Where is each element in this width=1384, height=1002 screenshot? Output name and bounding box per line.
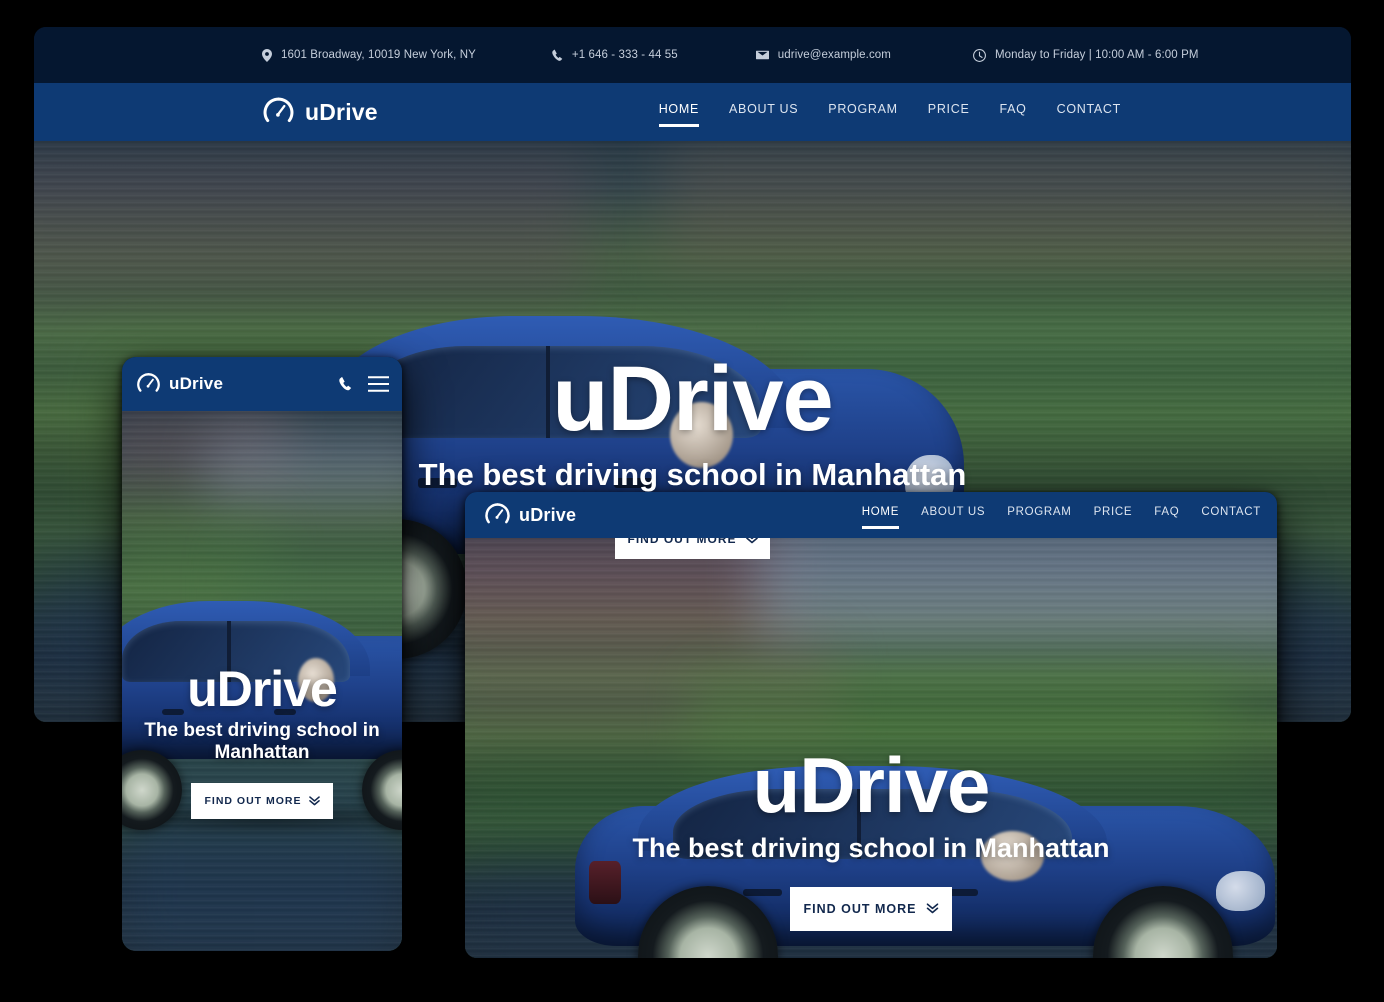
nav-item-contact[interactable]: CONTACT: [1201, 506, 1261, 525]
nav-item-about-us[interactable]: ABOUT US: [921, 506, 985, 525]
nav-item-price[interactable]: PRICE: [1094, 506, 1133, 525]
tablet-brand-name: uDrive: [519, 505, 576, 526]
phone-icon: [552, 49, 563, 62]
nav-item-price[interactable]: PRICE: [928, 102, 970, 123]
hero-subtitle: The best driving school in Manhattan: [34, 457, 1351, 494]
topbar-email: udrive@example.com: [756, 49, 891, 61]
topbar-hours: Monday to Friday | 10:00 AM - 6:00 PM: [973, 49, 1199, 62]
mobile-brand-logo[interactable]: uDrive: [136, 372, 223, 397]
double-chevron-down-icon: [309, 796, 320, 806]
topbar-phone: +1 646 - 333 - 44 55: [552, 49, 678, 62]
nav-item-contact[interactable]: CONTACT: [1057, 102, 1121, 123]
tablet-hero: uDrive The best driving school in Manhat…: [465, 538, 1277, 958]
brand-logo[interactable]: uDrive: [262, 96, 378, 129]
topbar-address: 1601 Broadway, 10019 New York, NY: [262, 49, 476, 62]
brand-name: uDrive: [305, 99, 378, 126]
speedometer-gauge-icon: [484, 502, 511, 529]
nav-item-home[interactable]: HOME: [862, 506, 899, 525]
find-out-more-button[interactable]: FIND OUT MORE: [191, 783, 333, 819]
envelope-icon: [756, 50, 769, 60]
mobile-navbar: uDrive: [122, 357, 402, 411]
topbar: 1601 Broadway, 10019 New York, NY +1 646…: [34, 27, 1351, 83]
topbar-hours-text: Monday to Friday | 10:00 AM - 6:00 PM: [995, 49, 1199, 61]
tablet-mockup: uDrive HOME ABOUT US PROGRAM PRICE FAQ C…: [465, 492, 1277, 958]
nav-item-about-us[interactable]: ABOUT US: [729, 102, 798, 123]
mobile-hero-content: uDrive The best driving school in Manhat…: [122, 664, 402, 819]
find-out-more-label: FIND OUT MORE: [205, 795, 302, 807]
find-out-more-button[interactable]: FIND OUT MORE: [790, 887, 952, 931]
tablet-navbar: uDrive HOME ABOUT US PROGRAM PRICE FAQ C…: [465, 492, 1277, 538]
hero-title: uDrive: [465, 746, 1277, 824]
clock-icon: [973, 49, 986, 62]
topbar-email-text: udrive@example.com: [778, 49, 891, 61]
tablet-nav-menu: HOME ABOUT US PROGRAM PRICE FAQ CONTACT: [862, 506, 1261, 525]
mobile-brand-name: uDrive: [169, 374, 223, 394]
nav-item-program[interactable]: PROGRAM: [1007, 506, 1071, 525]
topbar-address-text: 1601 Broadway, 10019 New York, NY: [281, 49, 476, 61]
tablet-hero-content: uDrive The best driving school in Manhat…: [465, 746, 1277, 931]
map-pin-icon: [262, 49, 272, 62]
desktop-nav-menu: HOME ABOUT US PROGRAM PRICE FAQ CONTACT: [659, 102, 1121, 123]
hero-subtitle: The best driving school in Manhattan: [465, 833, 1277, 865]
nav-item-program[interactable]: PROGRAM: [828, 102, 898, 123]
double-chevron-down-icon: [926, 903, 939, 914]
nav-item-faq[interactable]: FAQ: [1000, 102, 1027, 123]
find-out-more-label: FIND OUT MORE: [804, 902, 917, 916]
tablet-brand-logo[interactable]: uDrive: [484, 502, 576, 529]
nav-item-home[interactable]: HOME: [659, 102, 699, 123]
hamburger-menu-icon[interactable]: [368, 376, 389, 392]
hero-title: uDrive: [136, 664, 388, 714]
phone-icon[interactable]: [339, 376, 352, 392]
topbar-phone-text: +1 646 - 333 - 44 55: [572, 49, 678, 61]
hero-subtitle: The best driving school in Manhattan: [136, 720, 388, 765]
nav-item-faq[interactable]: FAQ: [1154, 506, 1179, 525]
desktop-navbar: uDrive HOME ABOUT US PROGRAM PRICE FAQ C…: [34, 83, 1351, 141]
speedometer-gauge-icon: [262, 96, 295, 129]
speedometer-gauge-icon: [136, 372, 161, 397]
mobile-nav-actions: [339, 376, 389, 392]
